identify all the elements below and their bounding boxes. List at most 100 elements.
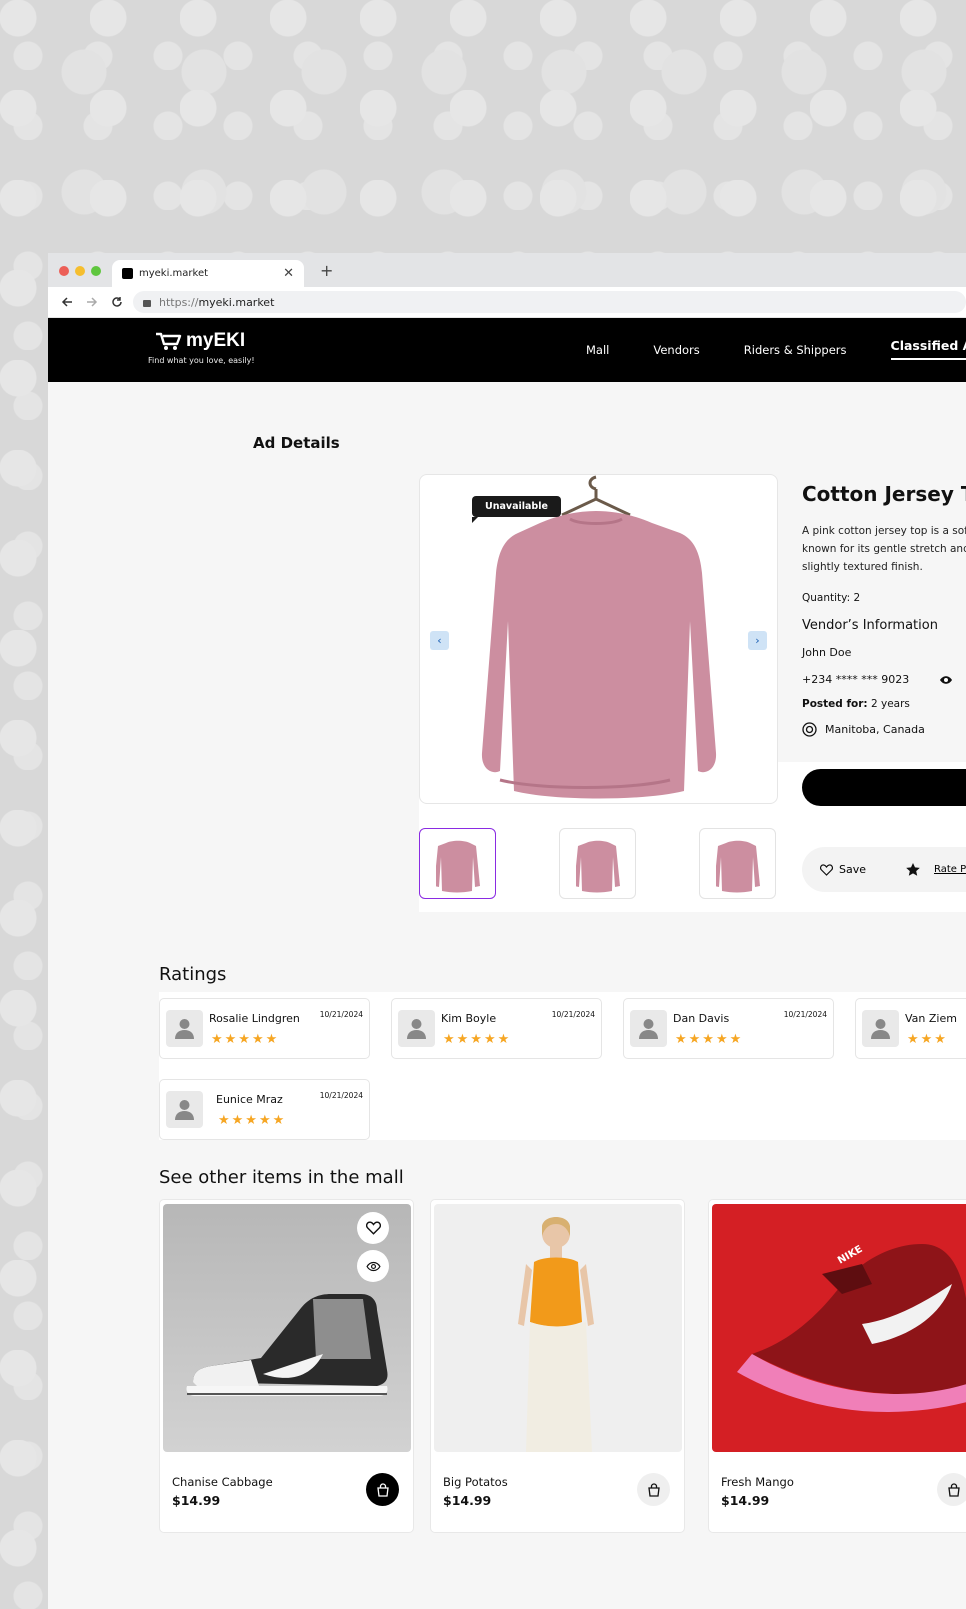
browser-tab[interactable]: myeki.market ✕ <box>112 260 304 287</box>
vendor-name: John Doe <box>802 646 852 659</box>
avatar <box>166 1091 203 1128</box>
logo[interactable]: myEKI Find what you love, easily! <box>148 330 255 365</box>
ratings-heading: Ratings <box>159 964 227 985</box>
contact-vendor-button[interactable] <box>802 769 966 806</box>
thumbnail-strip <box>419 828 776 899</box>
location-icon <box>802 722 817 737</box>
prev-image-button[interactable]: ‹ <box>430 631 449 650</box>
add-to-cart-button[interactable] <box>366 1473 399 1506</box>
mall-heading: See other items in the mall <box>159 1167 404 1188</box>
url-host: myeki.market <box>198 295 275 309</box>
product-card[interactable]: Chanise Cabbage $14.99 <box>159 1199 414 1533</box>
thumbnail[interactable] <box>559 828 636 899</box>
address-bar: https:// myeki.market <box>48 287 966 318</box>
thumbnail[interactable] <box>699 828 776 899</box>
page-title: Ad Details <box>253 434 340 452</box>
avatar <box>630 1010 667 1047</box>
back-icon[interactable] <box>58 293 76 311</box>
avatar <box>166 1010 203 1047</box>
reviewer-name: Van Ziem <box>905 1012 957 1025</box>
reviewer-name: Eunice Mraz <box>216 1093 283 1106</box>
page-content: Ad Details Unavailable ‹ › Cotton Jersey… <box>48 382 966 1609</box>
svg-text:NIKE: NIKE <box>836 1244 865 1267</box>
bag-icon <box>647 1482 660 1497</box>
rate-product-link[interactable]: Rate Pr <box>934 864 966 875</box>
eye-icon[interactable] <box>939 675 953 685</box>
url-scheme: https:// <box>159 295 199 309</box>
product-price: $14.99 <box>172 1493 221 1508</box>
reviewer-name: Kim Boyle <box>441 1012 497 1025</box>
reload-icon[interactable] <box>108 293 126 311</box>
url-field[interactable]: https:// myeki.market <box>133 291 966 313</box>
minimize-window-button[interactable] <box>75 266 85 276</box>
new-tab-button[interactable]: + <box>320 261 333 280</box>
nav-riders-shippers[interactable]: Riders & Shippers <box>744 343 847 357</box>
nav-vendors[interactable]: Vendors <box>653 343 699 357</box>
bag-icon <box>376 1482 389 1497</box>
star-rating: ★★★★★ <box>218 1113 287 1128</box>
star-rating: ★★★★★ <box>211 1032 280 1047</box>
avatar <box>862 1010 899 1047</box>
rating-card: Kim Boyle 10/21/2024 ★★★★★ <box>391 998 602 1059</box>
vendor-phone: +234 **** *** 9023 <box>802 673 966 686</box>
forward-icon[interactable] <box>83 293 101 311</box>
product-name: Fresh Mango <box>721 1475 794 1489</box>
cart-logo-icon <box>156 332 182 350</box>
product-image: NIKE <box>712 1204 966 1452</box>
rating-card: Dan Davis 10/21/2024 ★★★★★ <box>623 998 834 1059</box>
star-rating: ★★★★★ <box>443 1032 512 1047</box>
product-details: Cotton Jersey Top A pink cotton jersey t… <box>802 482 966 737</box>
product-card[interactable]: Big Potatos $14.99 <box>430 1199 685 1533</box>
nav-mall[interactable]: Mall <box>586 343 609 357</box>
brand-tagline: Find what you love, easily! <box>148 356 255 365</box>
window-controls <box>59 266 101 276</box>
nav-classified-ads[interactable]: Classified A <box>890 338 966 360</box>
next-image-button[interactable]: › <box>748 631 767 650</box>
product-name: Chanise Cabbage <box>172 1475 273 1489</box>
close-tab-icon[interactable]: ✕ <box>283 266 294 281</box>
thumbnail[interactable] <box>419 828 496 899</box>
product-card[interactable]: NIKE Fresh Mango $14.99 <box>708 1199 966 1533</box>
rating-card: Eunice Mraz 10/21/2024 ★★★★★ <box>159 1079 370 1140</box>
lock-icon <box>143 299 151 307</box>
close-window-button[interactable] <box>59 266 69 276</box>
avatar <box>398 1010 435 1047</box>
star-icon <box>906 863 920 876</box>
product-image <box>434 1204 682 1452</box>
product-name: Big Potatos <box>443 1475 508 1489</box>
wishlist-button[interactable] <box>357 1212 389 1244</box>
rating-card: Van Ziem ★★★ <box>855 998 966 1059</box>
main-product-image[interactable]: Unavailable ‹ › <box>419 474 778 804</box>
sweater-image <box>481 475 717 799</box>
quick-view-button[interactable] <box>357 1250 389 1282</box>
unavailable-badge: Unavailable <box>472 496 561 523</box>
heart-icon <box>820 863 833 876</box>
product-title: Cotton Jersey Top <box>802 482 966 506</box>
product-price: $14.99 <box>443 1493 492 1508</box>
review-date: 10/21/2024 <box>319 1091 363 1100</box>
vendor-info-heading: Vendor’s Information <box>802 618 938 633</box>
star-rating: ★★★ <box>907 1032 948 1047</box>
product-description: A pink cotton jersey top is a soft, know… <box>802 525 966 573</box>
main-nav: Mall Vendors Riders & Shippers Classifie… <box>586 318 966 382</box>
eye-icon <box>365 1261 381 1271</box>
location: Manitoba, Canada <box>802 722 966 737</box>
review-date: 10/21/2024 <box>551 1010 595 1019</box>
heart-icon <box>365 1221 381 1235</box>
site-header: myEKI Find what you love, easily! Mall V… <box>48 318 966 382</box>
favicon-icon <box>122 268 133 279</box>
add-to-cart-button[interactable] <box>637 1473 670 1506</box>
maximize-window-button[interactable] <box>91 266 101 276</box>
brand-name: myEKI <box>186 330 246 351</box>
rating-card: Rosalie Lindgren 10/21/2024 ★★★★★ <box>159 998 370 1059</box>
save-button[interactable]: Save <box>839 863 866 876</box>
review-date: 10/21/2024 <box>783 1010 827 1019</box>
quantity: Quantity: 2 <box>802 592 861 604</box>
reviewer-name: Rosalie Lindgren <box>209 1012 300 1025</box>
posted-for: Posted for: 2 years <box>802 698 910 710</box>
reviewer-name: Dan Davis <box>673 1012 730 1025</box>
add-to-cart-button[interactable] <box>937 1473 966 1506</box>
action-bar: Save Rate Pr <box>802 847 966 892</box>
star-rating: ★★★★★ <box>675 1032 744 1047</box>
review-date: 10/21/2024 <box>319 1010 363 1019</box>
